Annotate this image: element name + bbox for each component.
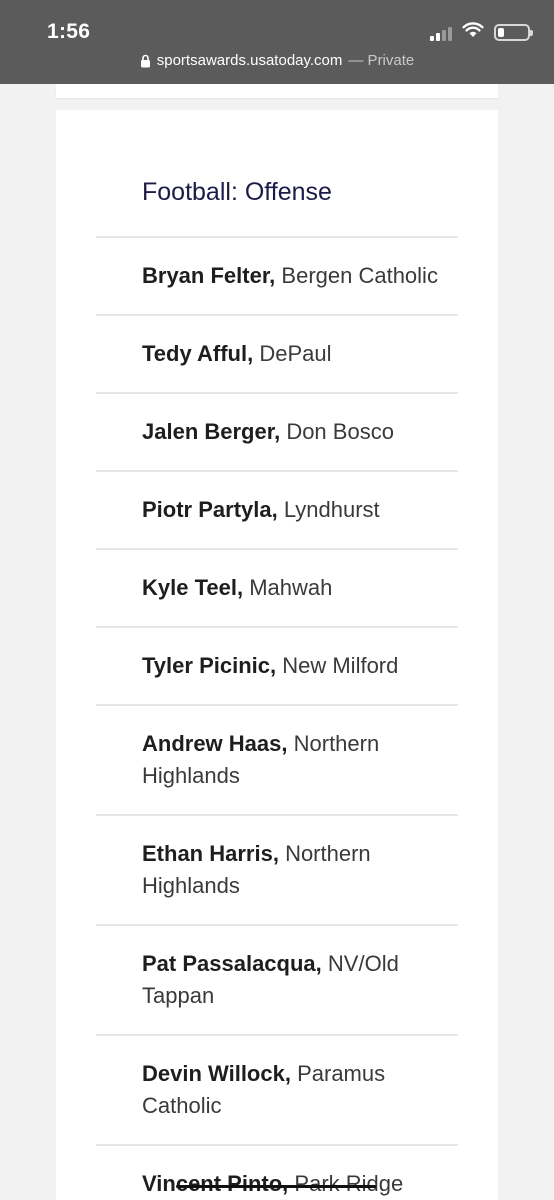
player-entry: Tedy Afful, DePaul (96, 316, 458, 392)
list-item: Vincent Pinto, Park Ridge (96, 1144, 458, 1200)
player-entry: Jalen Berger, Don Bosco (96, 394, 458, 470)
player-name: Bryan Felter, (142, 263, 276, 288)
list-item: Tedy Afful, DePaul (96, 314, 458, 392)
url-domain: sportsawards.usatoday.com (156, 52, 343, 69)
player-entry: Vincent Pinto, Park Ridge (96, 1146, 458, 1200)
player-name: Andrew Haas, (142, 731, 288, 756)
player-name: Jalen Berger, (142, 419, 281, 444)
battery-icon (494, 24, 533, 41)
player-name: Kyle Teel, (142, 575, 244, 600)
player-entry: Devin Willock, Paramus Catholic (96, 1036, 458, 1144)
player-list: Bryan Felter, Bergen Catholic Tedy Afful,… (96, 236, 458, 1200)
list-item: Tyler Picinic, New Milford (96, 626, 458, 704)
player-school: DePaul (259, 341, 332, 366)
cellular-signal-icon (430, 25, 452, 41)
list-item: Jalen Berger, Don Bosco (96, 392, 458, 470)
player-name: Tedy Afful, (142, 341, 254, 366)
player-school: Mahwah (249, 575, 333, 600)
list-item: Andrew Haas, Northern Highlands (96, 704, 458, 814)
list-item: Ethan Harris, Northern Highlands (96, 814, 458, 924)
private-label: — Private (348, 52, 415, 69)
status-icons (430, 22, 533, 43)
page-content: Football: Offense Bryan Felter, Bergen C… (0, 84, 554, 1200)
player-name: Ethan Harris, (142, 841, 279, 866)
previous-card (56, 84, 498, 98)
section-title: Football: Offense (142, 178, 332, 206)
list-item: Pat Passalacqua, NV/Old Tappan (96, 924, 458, 1034)
player-entry: Ethan Harris, Northern Highlands (96, 816, 458, 924)
player-entry: Kyle Teel, Mahwah (96, 550, 458, 626)
list-item: Devin Willock, Paramus Catholic (96, 1034, 458, 1144)
player-school: Don Bosco (286, 419, 394, 444)
status-time: 1:56 (47, 20, 91, 43)
player-school: Lyndhurst (283, 497, 380, 522)
status-bar: 1:56 sportsawards.usatoday.com — Private (0, 0, 554, 84)
player-school: New Milford (282, 653, 399, 678)
player-school: Park Ridge (294, 1171, 404, 1196)
award-card: Football: Offense Bryan Felter, Bergen C… (56, 110, 498, 1200)
wifi-icon (462, 22, 484, 43)
lock-icon (140, 54, 151, 68)
player-name: Piotr Partyla, (142, 497, 278, 522)
player-entry: Tyler Picinic, New Milford (96, 628, 458, 704)
player-entry: Bryan Felter, Bergen Catholic (96, 238, 458, 314)
list-item: Kyle Teel, Mahwah (96, 548, 458, 626)
player-entry: Pat Passalacqua, NV/Old Tappan (96, 926, 458, 1034)
player-school: Bergen Catholic (281, 263, 438, 288)
list-item: Bryan Felter, Bergen Catholic (96, 236, 458, 314)
player-name: Devin Willock, (142, 1061, 291, 1086)
player-entry: Piotr Partyla, Lyndhurst (96, 472, 458, 548)
strikethrough-mark (176, 1185, 376, 1188)
player-entry: Andrew Haas, Northern Highlands (96, 706, 458, 814)
url-bar[interactable]: sportsawards.usatoday.com — Private (0, 52, 554, 69)
list-item: Piotr Partyla, Lyndhurst (96, 470, 458, 548)
player-name: Pat Passalacqua, (142, 951, 322, 976)
player-name: Vincent Pinto, (142, 1171, 289, 1196)
player-name: Tyler Picinic, (142, 653, 277, 678)
